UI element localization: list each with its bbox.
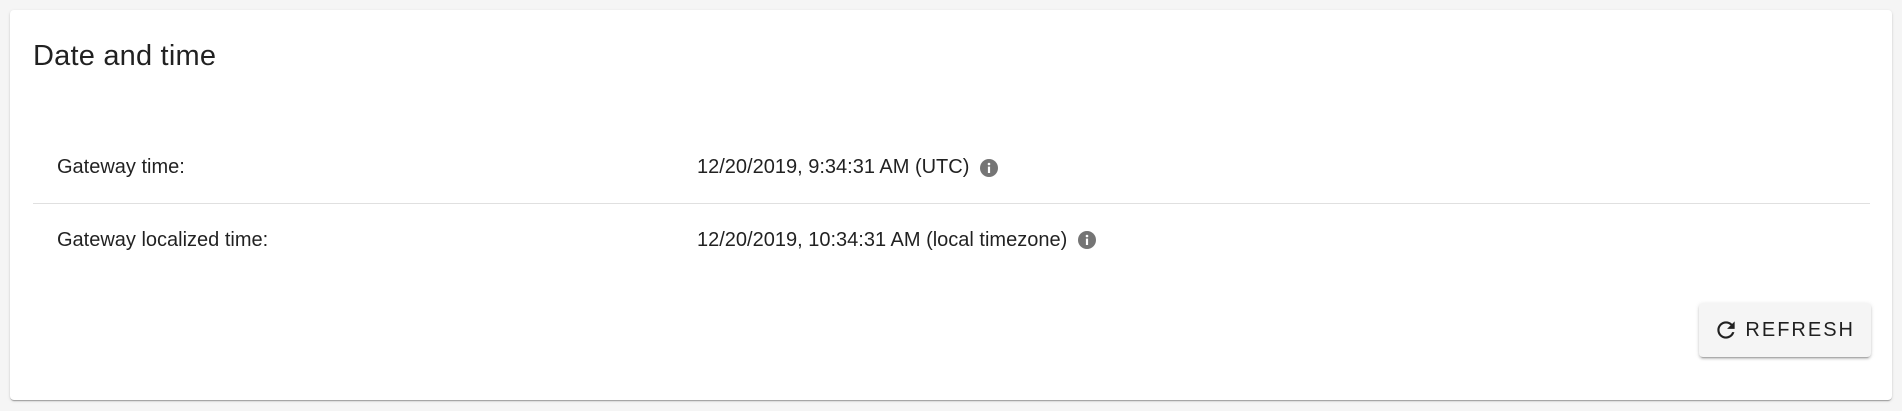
gateway-time-label: Gateway time: bbox=[57, 156, 185, 178]
gateway-localized-time-value-group: 12/20/2019, 10:34:31 AM (local timezone) bbox=[673, 229, 1097, 252]
refresh-label: REFRESH bbox=[1745, 318, 1855, 341]
info-icon[interactable] bbox=[979, 158, 999, 178]
info-icon[interactable] bbox=[1077, 230, 1097, 250]
gateway-localized-time-label: Gateway localized time: bbox=[57, 228, 269, 251]
gateway-localized-time-value: 12/20/2019, 10:34:31 AM (local timezone) bbox=[697, 228, 1068, 251]
gateway-time-value: 12/20/2019, 9:34:31 AM (UTC) bbox=[697, 156, 970, 178]
info-table: Gateway time: 12/20/2019, 9:34:31 AM (UT… bbox=[33, 132, 1870, 276]
info-row-gateway-time: Gateway time: 12/20/2019, 9:34:31 AM (UT… bbox=[33, 132, 1870, 204]
refresh-button[interactable]: REFRESH bbox=[1699, 303, 1871, 357]
refresh-icon bbox=[1713, 317, 1739, 343]
info-row-gateway-localized-time: Gateway localized time: 12/20/2019, 10:3… bbox=[33, 204, 1870, 276]
gateway-time-value-group: 12/20/2019, 9:34:31 AM (UTC) bbox=[673, 156, 999, 179]
date-time-card: Date and time Gateway time: 12/20/2019, … bbox=[10, 10, 1892, 400]
card-title: Date and time bbox=[33, 40, 217, 72]
